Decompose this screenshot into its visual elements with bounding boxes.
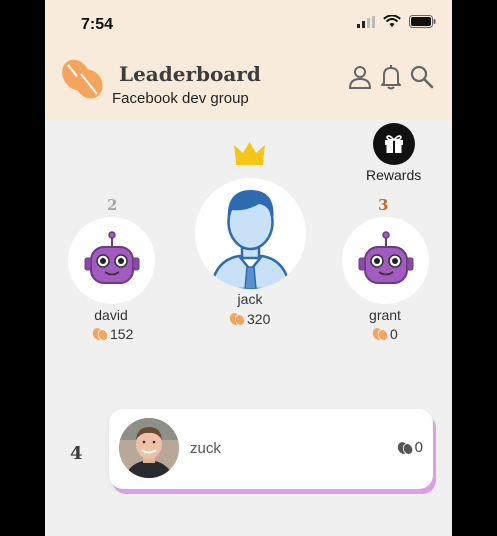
status-icons	[357, 15, 436, 28]
rank-2-label: 2	[107, 196, 118, 214]
avatar-jack[interactable]	[195, 178, 306, 289]
avatar-david[interactable]	[68, 217, 155, 304]
avatar-grant[interactable]	[342, 217, 429, 304]
player-score-grant: 0	[372, 326, 398, 342]
player-name-jack: jack	[237, 291, 263, 307]
player-score-david: 152	[92, 326, 133, 342]
leaderboard-row[interactable]: zuck 0	[109, 409, 433, 489]
rewards-button[interactable]	[373, 123, 415, 165]
status-time: 7:54	[81, 16, 114, 33]
coffee-bean-icon	[397, 441, 413, 455]
coffee-bean-icon	[92, 328, 108, 341]
bell-icon[interactable]	[378, 64, 404, 90]
coffee-bean-icon	[372, 328, 388, 341]
coffee-beans-logo-icon	[62, 59, 103, 99]
coffee-bean-icon	[229, 313, 245, 326]
crown-icon	[234, 142, 265, 165]
gift-icon	[385, 135, 403, 153]
battery-icon	[409, 15, 436, 28]
page-subtitle: Facebook dev group	[112, 90, 249, 107]
robot-avatar-icon	[84, 230, 139, 284]
player-score-zuck: 0	[397, 439, 423, 456]
player-name-grant: grant	[369, 307, 401, 323]
score-value: 0	[414, 439, 423, 456]
search-icon[interactable]	[409, 64, 435, 90]
signal-icon	[357, 15, 375, 28]
avatar-zuck	[119, 418, 179, 478]
rank-3-label: 3	[378, 196, 389, 214]
robot-avatar-icon	[358, 230, 413, 284]
user-photo-icon	[119, 418, 179, 478]
page-title: Leaderboard	[119, 62, 261, 86]
player-score-jack: 320	[229, 311, 270, 327]
player-name-david: david	[94, 307, 128, 323]
wifi-icon	[383, 15, 401, 27]
player-name-zuck: zuck	[190, 440, 221, 457]
profile-icon[interactable]	[347, 64, 373, 90]
app-header: 7:54 Leaderboard Facebook dev group	[45, 0, 452, 120]
score-value: 152	[110, 326, 134, 342]
rewards-label: Rewards	[366, 167, 422, 183]
score-value: 320	[247, 311, 271, 327]
user-avatar-icon	[209, 190, 292, 289]
rank-4-label: 4	[70, 443, 83, 464]
app-screen: 7:54 Leaderboard Facebook dev group Rewa…	[45, 0, 452, 536]
score-value: 0	[390, 326, 398, 342]
